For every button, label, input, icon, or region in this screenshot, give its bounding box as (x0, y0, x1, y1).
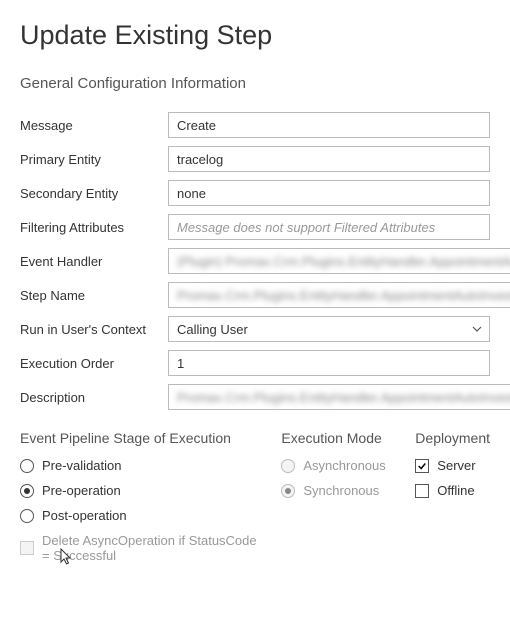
message-input[interactable] (168, 112, 490, 138)
deployment-title: Deployment (415, 430, 490, 446)
primary-entity-input[interactable] (168, 146, 490, 172)
description-label: Description (20, 390, 168, 405)
message-label: Message (20, 118, 168, 133)
pipeline-option-post-operation[interactable]: Post-operation (20, 508, 263, 523)
radio-icon (20, 459, 34, 473)
mode-option-async: Asynchronous (281, 458, 397, 473)
radio-icon (20, 484, 34, 498)
run-context-label: Run in User's Context (20, 322, 168, 337)
chevron-down-icon (471, 323, 483, 335)
option-label: Asynchronous (303, 458, 385, 473)
option-label: Server (437, 458, 475, 473)
section-title: General Configuration Information (20, 75, 490, 92)
radio-icon (281, 459, 295, 473)
pipeline-title: Event Pipeline Stage of Execution (20, 430, 263, 446)
deployment-option-offline[interactable]: Offline (415, 483, 490, 498)
option-label: Post-operation (42, 508, 127, 523)
primary-entity-label: Primary Entity (20, 152, 168, 167)
checkbox-icon (20, 541, 34, 555)
option-label: Synchronous (303, 483, 379, 498)
step-name-value: Promax.Crm.Plugins.EntityHandler.Appoint… (177, 288, 510, 303)
pipeline-option-pre-validation[interactable]: Pre-validation (20, 458, 263, 473)
checkbox-icon (415, 459, 429, 473)
radio-icon (20, 509, 34, 523)
event-handler-value: (Plugin) Promax.Crm.Plugins.EntityHandle… (177, 254, 510, 269)
secondary-entity-label: Secondary Entity (20, 186, 168, 201)
step-name-label: Step Name (20, 288, 168, 303)
event-handler-label: Event Handler (20, 254, 168, 269)
mode-option-sync: Synchronous (281, 483, 397, 498)
description-value: Promax.Crm.Plugins.EntityHandler.Appoint… (177, 390, 510, 405)
pipeline-option-pre-operation[interactable]: Pre-operation (20, 483, 263, 498)
option-label: Pre-validation (42, 458, 122, 473)
run-context-value: Calling User (177, 322, 471, 337)
delete-async-option: Delete AsyncOperation if StatusCode = Su… (20, 533, 263, 563)
deployment-option-server[interactable]: Server (415, 458, 490, 473)
mode-title: Execution Mode (281, 430, 397, 446)
filtering-attributes-label: Filtering Attributes (20, 220, 168, 235)
secondary-entity-input[interactable] (168, 180, 490, 206)
option-label: Offline (437, 483, 474, 498)
radio-icon (281, 484, 295, 498)
checkbox-icon (415, 484, 429, 498)
execution-order-label: Execution Order (20, 356, 168, 371)
step-name-input[interactable]: Promax.Crm.Plugins.EntityHandler.Appoint… (168, 282, 510, 308)
option-label: Delete AsyncOperation if StatusCode = Su… (42, 533, 263, 563)
event-handler-select[interactable]: (Plugin) Promax.Crm.Plugins.EntityHandle… (168, 248, 510, 274)
execution-order-input[interactable] (168, 350, 490, 376)
page-title: Update Existing Step (20, 20, 490, 51)
description-input[interactable]: Promax.Crm.Plugins.EntityHandler.Appoint… (168, 384, 510, 410)
option-label: Pre-operation (42, 483, 121, 498)
run-context-select[interactable]: Calling User (168, 316, 490, 342)
filtering-attributes-input[interactable] (168, 214, 490, 240)
